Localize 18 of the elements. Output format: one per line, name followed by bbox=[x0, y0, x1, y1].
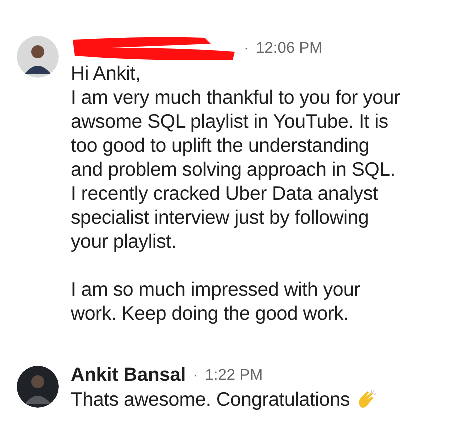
message-text: awsome SQL playlist in YouTube. It is bbox=[71, 110, 388, 134]
avatar bbox=[17, 366, 59, 408]
message-text: specialist interview just by following bbox=[71, 206, 370, 230]
message-text: I am so much impressed with your bbox=[71, 278, 360, 302]
message-text: too good to uplift the understanding bbox=[71, 134, 370, 158]
message-time: 1:22 PM bbox=[205, 366, 263, 386]
sender-name: Ankit Bansal bbox=[71, 364, 186, 388]
dot-separator: · bbox=[193, 366, 198, 386]
message-text: I recently cracked Uber Data analyst bbox=[71, 182, 378, 206]
dot-separator: · bbox=[244, 39, 250, 59]
message-text: Hi Ankit, bbox=[71, 62, 141, 86]
message-time: 12:06 PM bbox=[256, 39, 323, 59]
avatar bbox=[17, 36, 59, 78]
message-text: and problem solving approach in SQL. bbox=[71, 158, 396, 182]
message-text: Thats awesome. Congratulations bbox=[71, 388, 350, 412]
message-text: I am very much thankful to you for your bbox=[71, 86, 400, 110]
message-text: work. Keep doing the good work. bbox=[71, 302, 349, 326]
message-text: your playlist. bbox=[71, 230, 177, 254]
